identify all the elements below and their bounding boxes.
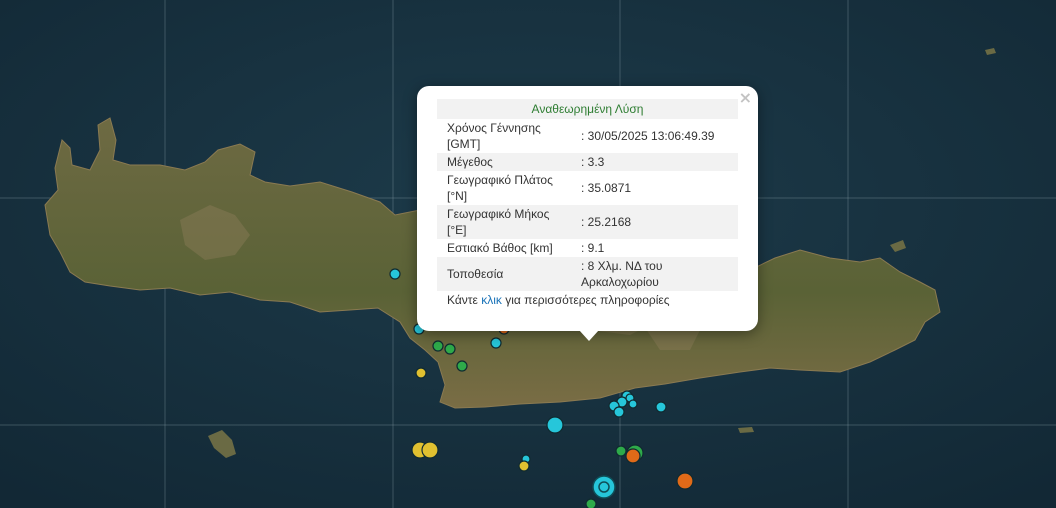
info-value: : 35.0871: [581, 181, 632, 195]
info-row: Μέγεθος : 3.3: [437, 153, 738, 171]
info-label: Μέγεθος: [437, 153, 571, 171]
more-info-suffix: για περισσότερες πληροφορίες: [501, 293, 670, 307]
earthquake-marker[interactable]: [615, 445, 627, 457]
earthquake-marker[interactable]: [613, 406, 625, 418]
popup-title: Αναθεωρημένη Λύση: [437, 99, 738, 119]
earthquake-marker[interactable]: [628, 399, 638, 409]
earthquake-marker[interactable]: [546, 416, 564, 434]
earthquake-marker[interactable]: [585, 498, 597, 508]
earthquake-marker[interactable]: [389, 268, 401, 280]
info-value: : 3.3: [571, 153, 738, 171]
more-info-text: Κάντε κλικ για περισσότερες πληροφορίες: [437, 293, 738, 307]
earthquake-marker[interactable]: [421, 441, 439, 459]
earthquake-marker-selected[interactable]: [592, 475, 616, 499]
info-label: Εστιακό Βάθος [km]: [447, 241, 553, 255]
info-value: : 25.2168: [571, 205, 738, 239]
earthquake-marker[interactable]: [444, 343, 456, 355]
info-row: Γεωγραφικό Πλάτος [°N] : 35.0871: [437, 171, 738, 205]
earthquake-marker[interactable]: [456, 360, 468, 372]
earthquake-marker[interactable]: [655, 401, 667, 413]
info-label: Γεωγραφικό Μήκος [°E]: [437, 205, 571, 239]
info-value: : 8 Χλμ. ΝΔ του Αρκαλοχωρίου: [571, 257, 738, 291]
popup-tip: [579, 330, 599, 341]
info-row: Εστιακό Βάθος [km] : 9.1: [437, 239, 738, 257]
earthquake-marker[interactable]: [490, 337, 502, 349]
earthquake-marker[interactable]: [625, 448, 641, 464]
info-row: Γεωγραφικό Μήκος [°E] : 25.2168: [437, 205, 738, 239]
earthquake-info-table: Αναθεωρημένη Λύση Χρόνος Γέννησης [GMT] …: [437, 99, 738, 291]
earthquake-info-popup: × Αναθεωρημένη Λύση Χρόνος Γέννησης [GMT…: [417, 86, 758, 341]
info-value: : 30/05/2025 13:06:49.39: [581, 129, 715, 143]
earthquake-marker[interactable]: [676, 472, 694, 490]
info-label: Τοποθεσία: [437, 257, 571, 291]
info-label: Γεωγραφικό Πλάτος [°N]: [447, 173, 553, 203]
more-info-link[interactable]: κλικ: [481, 293, 502, 307]
close-icon[interactable]: ×: [739, 88, 752, 108]
islet-south: [738, 427, 754, 433]
earthquake-marker[interactable]: [415, 367, 427, 379]
more-info-prefix: Κάντε: [447, 293, 482, 307]
info-row: Τοποθεσία : 8 Χλμ. ΝΔ του Αρκαλοχωρίου: [437, 257, 738, 291]
info-row: Χρόνος Γέννησης [GMT] : 30/05/2025 13:06…: [437, 119, 738, 153]
info-label: Χρόνος Γέννησης [GMT]: [447, 121, 541, 151]
info-value: : 9.1: [581, 241, 605, 255]
earthquake-marker[interactable]: [432, 340, 444, 352]
earthquake-marker[interactable]: [518, 460, 530, 472]
